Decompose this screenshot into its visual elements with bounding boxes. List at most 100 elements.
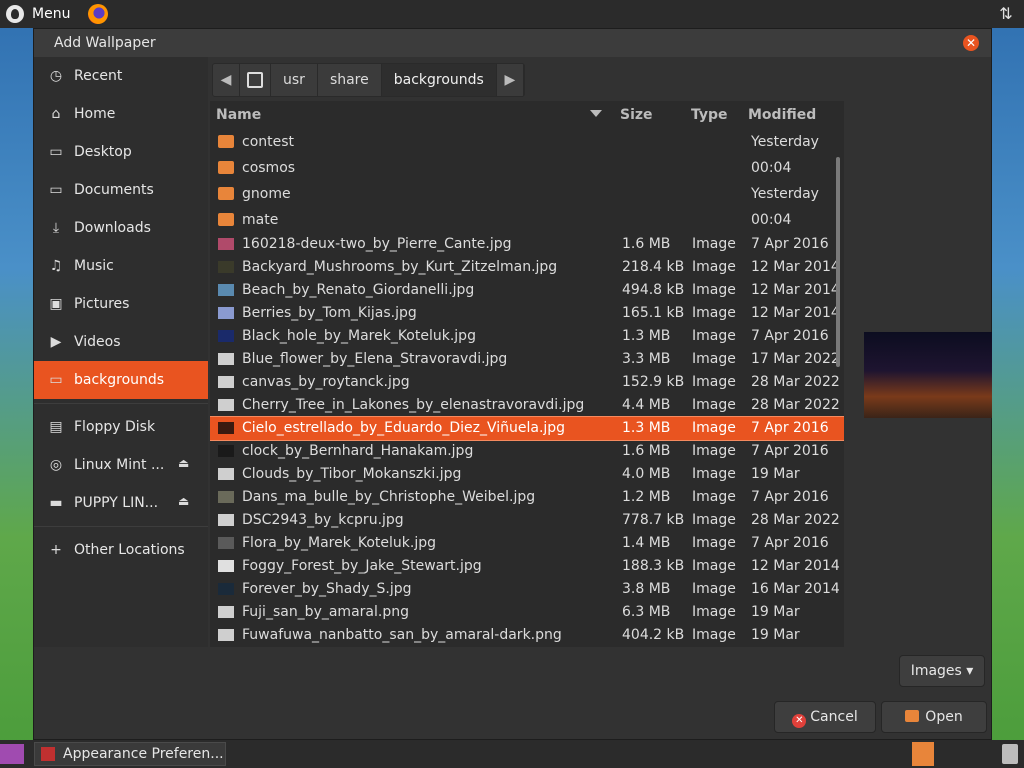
firefox-icon[interactable] xyxy=(88,4,109,24)
file-name: Fuwafuwa_nanbatto_san_by_amaral-dark.png xyxy=(242,627,562,643)
bottom-taskbar: Appearance Preferen... xyxy=(0,740,1024,768)
sidebar-item-desktop[interactable]: ▭ Desktop xyxy=(34,133,208,171)
file-filter-dropdown[interactable]: Images ▾ xyxy=(899,655,985,687)
file-row[interactable]: Beach_by_Renato_Giordanelli.jpg 494.8 kB I… xyxy=(210,279,844,302)
file-row[interactable]: clock_by_Bernhard_Hanakam.jpg 1.6 MB Image… xyxy=(210,440,844,463)
folder-icon xyxy=(218,135,234,148)
column-header-type[interactable]: Type xyxy=(691,107,728,123)
file-size: 1.6 MB xyxy=(622,236,671,252)
folder-row[interactable]: mate 00:04 xyxy=(210,207,844,233)
cancel-icon: ✕ xyxy=(792,714,807,728)
path-root-button[interactable] xyxy=(240,64,271,96)
file-row[interactable]: Fuwafuwa_nanbatto_san_by_amaral-dark.png… xyxy=(210,624,844,647)
image-thumbnail-icon xyxy=(218,399,234,411)
file-row[interactable]: Berries_by_Tom_Kijas.jpg 165.1 kB Image 12 … xyxy=(210,302,844,325)
taskbar-appearance-preferences[interactable]: Appearance Preferen... xyxy=(34,742,226,766)
file-row[interactable]: Cherry_Tree_in_Lakones_by_elenastravorav… xyxy=(210,394,844,417)
sidebar-item-floppy-disk[interactable]: ▤ Floppy Disk xyxy=(34,408,208,446)
file-name: Clouds_by_Tibor_Mokanszki.jpg xyxy=(242,466,462,482)
file-type: Image xyxy=(692,374,736,390)
download-icon: ⤓ xyxy=(52,220,60,236)
filter-label: Images xyxy=(910,663,962,679)
sidebar-item-documents[interactable]: ▭ Documents xyxy=(34,171,208,209)
file-name: Forever_by_Shady_S.jpg xyxy=(242,581,412,597)
file-modified: Yesterday xyxy=(751,134,819,150)
sidebar-item-puppy-lin[interactable]: ▬ PUPPY LIN... ⏏ xyxy=(34,484,208,522)
file-row[interactable]: Fuji_san_by_amaral.png 6.3 MB Image 19 Mar xyxy=(210,601,844,624)
file-row[interactable]: canvas_by_roytanck.jpg 152.9 kB Image 28 Ma… xyxy=(210,371,844,394)
sidebar-item-backgrounds[interactable]: ▭ backgrounds xyxy=(34,361,208,399)
image-thumbnail-icon xyxy=(218,376,234,388)
file-row[interactable]: Forever_by_Shady_S.jpg 3.8 MB Image 16 Mar … xyxy=(210,578,844,601)
path-segment-backgrounds[interactable]: backgrounds xyxy=(381,64,497,96)
sidebar-item-downloads[interactable]: ⤓ Downloads xyxy=(34,209,208,247)
path-scroll-left-button[interactable]: ◀ xyxy=(213,64,240,96)
open-folder-icon xyxy=(905,710,920,722)
vertical-scrollbar[interactable] xyxy=(836,157,840,367)
dialog-title: Add Wallpaper xyxy=(54,35,156,51)
eject-icon[interactable]: ⏏ xyxy=(178,494,192,508)
file-modified: 12 Mar 2014 xyxy=(751,305,840,321)
file-type: Image xyxy=(692,489,736,505)
file-row[interactable]: Clouds_by_Tibor_Mokanszki.jpg 4.0 MB Image… xyxy=(210,463,844,486)
folder-row[interactable]: contest Yesterday xyxy=(210,129,844,155)
file-size: 778.7 kB xyxy=(622,512,685,528)
image-thumbnail-icon xyxy=(218,583,234,595)
path-segment-usr[interactable]: usr xyxy=(271,64,318,96)
file-modified: 7 Apr 2016 xyxy=(751,489,829,505)
file-name: DSC2943_by_kcpru.jpg xyxy=(242,512,404,528)
sidebar-item-other-locations[interactable]: + Other Locations xyxy=(34,531,208,569)
file-type: Image xyxy=(692,627,736,643)
path-segment-share[interactable]: share xyxy=(318,64,382,96)
close-button[interactable]: ✕ xyxy=(963,35,979,51)
folder-row[interactable]: gnome Yesterday xyxy=(210,181,844,207)
image-thumbnail-icon xyxy=(218,560,234,572)
menu-button[interactable]: Menu xyxy=(0,0,76,28)
open-button[interactable]: Open xyxy=(881,701,987,733)
folder-icon xyxy=(218,187,234,200)
sidebar-item-pictures[interactable]: ▣ Pictures xyxy=(34,285,208,323)
file-row[interactable]: DSC2943_by_kcpru.jpg 778.7 kB Image 28 Mar … xyxy=(210,509,844,532)
sidebar-item-recent[interactable]: ◷ Recent xyxy=(34,57,208,95)
file-name: Flora_by_Marek_Koteluk.jpg xyxy=(242,535,436,551)
file-row[interactable]: Backyard_Mushrooms_by_Kurt_Zitzelman.jpg… xyxy=(210,256,844,279)
file-name: Backyard_Mushrooms_by_Kurt_Zitzelman.jpg xyxy=(242,259,558,275)
dialog-titlebar[interactable]: Add Wallpaper ✕ xyxy=(34,29,991,57)
sidebar-item-videos[interactable]: ▶ Videos xyxy=(34,323,208,361)
eject-icon[interactable]: ⏏ xyxy=(178,456,192,470)
cancel-button[interactable]: ✕ Cancel xyxy=(774,701,876,733)
column-header-modified[interactable]: Modified xyxy=(748,107,816,123)
file-type: Image xyxy=(692,351,736,367)
file-size: 404.2 kB xyxy=(622,627,685,643)
trash-icon[interactable] xyxy=(1002,744,1018,764)
sort-descending-icon[interactable] xyxy=(590,110,602,117)
file-row[interactable]: Foggy_Forest_by_Jake_Stewart.jpg 188.3 kB… xyxy=(210,555,844,578)
column-header-size[interactable]: Size xyxy=(620,107,653,123)
show-desktop-button[interactable] xyxy=(0,744,24,764)
picture-icon: ▣ xyxy=(49,296,63,312)
file-name: Dans_ma_bulle_by_Christophe_Weibel.jpg xyxy=(242,489,536,505)
folder-icon: ▭ xyxy=(49,372,63,388)
file-row[interactable]: 160218-deux-two_by_Pierre_Cante.jpg 1.6 M… xyxy=(210,233,844,256)
path-scroll-right-button[interactable]: ▶ xyxy=(497,64,524,96)
file-row[interactable]: Blue_flower_by_Elena_Stravoravdi.jpg 3.3 … xyxy=(210,348,844,371)
folder-row[interactable]: cosmos 00:04 xyxy=(210,155,844,181)
sidebar-item-label: Recent xyxy=(74,68,123,84)
file-modified: 7 Apr 2016 xyxy=(751,443,829,459)
file-row[interactable]: Dans_ma_bulle_by_Christophe_Weibel.jpg 1.… xyxy=(210,486,844,509)
file-name: Berries_by_Tom_Kijas.jpg xyxy=(242,305,417,321)
file-size: 1.2 MB xyxy=(622,489,671,505)
network-icon[interactable]: ⇅ xyxy=(996,4,1016,24)
sidebar-item-linux-mint[interactable]: ◎ Linux Mint ... ⏏ xyxy=(34,446,208,484)
column-header-name[interactable]: Name xyxy=(216,107,261,123)
file-type: Image xyxy=(692,305,736,321)
file-row[interactable]: Black_hole_by_Marek_Koteluk.jpg 1.3 MB Ima… xyxy=(210,325,844,348)
file-type: Image xyxy=(692,604,736,620)
file-row[interactable]: Flora_by_Marek_Koteluk.jpg 1.4 MB Image 7 A… xyxy=(210,532,844,555)
add-wallpaper-dialog: Add Wallpaper ✕ ◷ Recent ⌂ Home ▭ Desktop ▭ Doc… xyxy=(33,28,992,740)
sidebar-item-home[interactable]: ⌂ Home xyxy=(34,95,208,133)
sidebar-item-music[interactable]: ♫ Music xyxy=(34,247,208,285)
workspace-switcher[interactable] xyxy=(912,742,934,766)
file-row[interactable]: Cielo_estrellado_by_Eduardo_Diez_Viñuela… xyxy=(210,416,844,441)
image-thumbnail-icon xyxy=(218,261,234,273)
